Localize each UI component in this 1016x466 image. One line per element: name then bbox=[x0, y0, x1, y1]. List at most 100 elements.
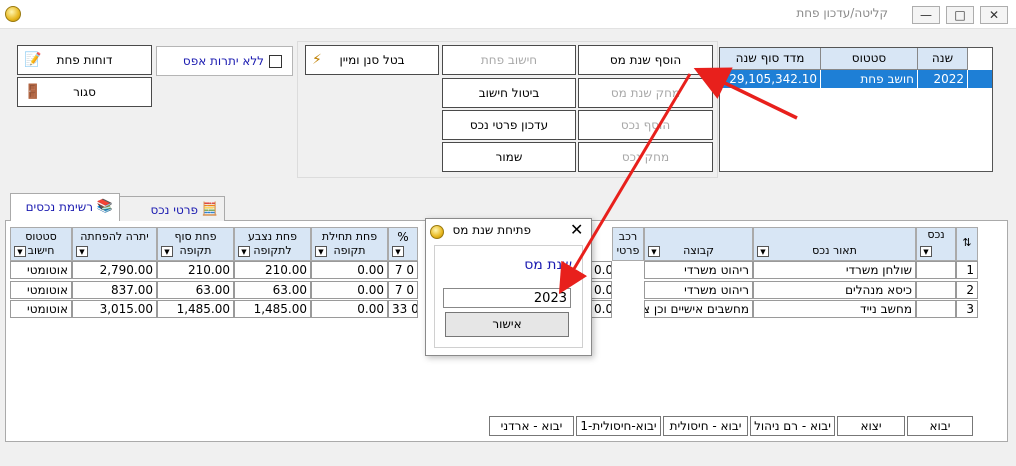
import-button[interactable]: יבוא bbox=[907, 416, 973, 436]
table-row-opening[interactable]: 0.00 bbox=[311, 281, 388, 299]
add-asset-button[interactable]: הוסף נכס bbox=[578, 110, 713, 140]
years-row-year[interactable]: 2022 bbox=[918, 70, 968, 88]
chevron-down-icon[interactable]: ▼ bbox=[757, 246, 769, 257]
table-row-description[interactable]: כיסא מנהלים bbox=[753, 281, 916, 299]
cancel-calculation-button[interactable]: ביטול חישוב bbox=[442, 78, 576, 108]
table-row-status[interactable]: אוטומטי bbox=[10, 281, 72, 299]
ok-button[interactable]: אישור bbox=[445, 312, 569, 337]
years-header-index[interactable]: מדד סוף שנה bbox=[720, 48, 821, 70]
chevron-down-icon[interactable]: ▼ bbox=[315, 246, 327, 257]
close-button[interactable]: 🚪 סגור bbox=[17, 77, 152, 107]
import-hisulit-button[interactable]: יבוא - חיסולית bbox=[663, 416, 748, 436]
chevron-down-icon[interactable]: ▼ bbox=[392, 246, 404, 257]
table-row-component[interactable]: 0.00 bbox=[590, 300, 612, 318]
minimize-button[interactable]: — bbox=[912, 6, 940, 24]
table-row-asset[interactable] bbox=[916, 261, 956, 279]
header-asset-label: נכס bbox=[927, 228, 945, 241]
chevron-down-icon[interactable]: ▼ bbox=[76, 246, 88, 257]
chevron-down-icon[interactable]: ▼ bbox=[238, 246, 250, 257]
header-group[interactable]: קבוצה ▼ bbox=[644, 227, 753, 261]
table-row-percent[interactable]: 7 0 bbox=[388, 261, 418, 279]
tax-year-label: שנת מס bbox=[524, 257, 572, 273]
header-group-label: קבוצה bbox=[683, 244, 714, 257]
header-calc-status[interactable]: סטטוס חישוב ▼ bbox=[10, 227, 72, 261]
years-row-index[interactable]: 29,105,342.10 bbox=[720, 70, 821, 88]
depreciation-reports-button[interactable]: 📝 דוחות פחת bbox=[17, 45, 152, 75]
delete-tax-year-button[interactable]: מחק שנת מס bbox=[578, 78, 713, 108]
header-component[interactable]: רכב פרטי bbox=[612, 227, 644, 261]
percent-value: 7 bbox=[394, 263, 403, 277]
years-row-status[interactable]: חושב פחת bbox=[821, 70, 918, 88]
tax-years-grid[interactable]: מדד סוף שנה סטטוס שנה 29,105,342.10 חושב… bbox=[719, 47, 993, 172]
table-row-component[interactable]: 0.00 bbox=[590, 281, 612, 299]
table-row-description[interactable]: מחשב נייד bbox=[753, 300, 916, 318]
dialog-close-button[interactable]: ✕ bbox=[570, 221, 583, 239]
table-row-description[interactable]: שולחן משרדי bbox=[753, 261, 916, 279]
header-closing-dep[interactable]: פחת סוף תקופה ▼ bbox=[157, 227, 234, 261]
chevron-down-icon[interactable]: ▼ bbox=[920, 246, 932, 257]
percent-value: 33 bbox=[392, 302, 408, 316]
table-row-balance[interactable]: 3,015.00 bbox=[72, 300, 157, 318]
books-icon: 📚 bbox=[96, 199, 113, 214]
import-ardani-button[interactable]: יבוא - ארדני bbox=[489, 416, 574, 436]
table-row-balance[interactable]: 2,790.00 bbox=[72, 261, 157, 279]
header-balance-label: יתרה להפחתה bbox=[80, 230, 149, 243]
years-row-selector[interactable] bbox=[968, 70, 992, 88]
years-header-status[interactable]: סטטוס bbox=[821, 48, 918, 70]
header-asset[interactable]: נכס ▼ bbox=[916, 227, 956, 261]
table-row-accrued[interactable]: 210.00 bbox=[234, 261, 311, 279]
header-balance[interactable]: יתרה להפחתה ▼ bbox=[72, 227, 157, 261]
table-row-closing[interactable]: 63.00 bbox=[157, 281, 234, 299]
add-tax-year-button[interactable]: הוסף שנת מס bbox=[578, 45, 713, 75]
table-row-closing[interactable]: 1,485.00 bbox=[157, 300, 234, 318]
table-row-accrued[interactable]: 1,485.00 bbox=[234, 300, 311, 318]
header-description[interactable]: תאור נכס ▼ bbox=[753, 227, 916, 261]
row-sort-header[interactable]: ⇅ bbox=[956, 227, 978, 261]
close-window-button[interactable]: ✕ bbox=[980, 6, 1008, 24]
table-row-no[interactable]: 2 bbox=[956, 281, 978, 299]
table-row-status[interactable]: אוטומטי bbox=[10, 300, 72, 318]
update-asset-details-button[interactable]: עדכון פרטי נכס bbox=[442, 110, 576, 140]
table-row-accrued[interactable]: 63.00 bbox=[234, 281, 311, 299]
header-opening-dep[interactable]: פחת תחילת תקופה ▼ bbox=[311, 227, 388, 261]
table-row-group[interactable]: ריהוט משרדי bbox=[644, 281, 753, 299]
table-row-percent[interactable]: 7 0 bbox=[388, 281, 418, 299]
maximize-button[interactable]: □ bbox=[946, 6, 974, 24]
report-icon: 📝 bbox=[24, 52, 42, 68]
table-row-status[interactable]: אוטומטי bbox=[10, 261, 72, 279]
table-row-balance[interactable]: 837.00 bbox=[72, 281, 157, 299]
table-row-no[interactable]: 3 bbox=[956, 300, 978, 318]
header-accrued-dep[interactable]: פחת נצבע לתקופה ▼ bbox=[234, 227, 311, 261]
import-ram-button[interactable]: יבוא - רם ניהול bbox=[750, 416, 835, 436]
delete-asset-button[interactable]: מחק נכס bbox=[578, 142, 713, 172]
table-row-asset[interactable] bbox=[916, 281, 956, 299]
chevron-down-icon[interactable]: ▼ bbox=[161, 246, 173, 257]
table-row-asset[interactable] bbox=[916, 300, 956, 318]
tab-asset-details[interactable]: 🧮 פרטי נכס bbox=[119, 196, 225, 221]
tab-asset-details-label: פרטי נכס bbox=[150, 203, 198, 217]
save-button[interactable]: שמור bbox=[442, 142, 576, 172]
table-row-component[interactable]: 0.00 bbox=[590, 261, 612, 279]
chevron-down-icon[interactable]: ▼ bbox=[648, 246, 660, 257]
header-percent[interactable]: % ▼ bbox=[388, 227, 418, 261]
exit-icon: 🚪 bbox=[24, 84, 42, 100]
table-row-group[interactable]: מחשבים אישיים וכן ציוד bbox=[644, 300, 753, 318]
chevron-down-icon[interactable]: ▼ bbox=[14, 246, 26, 257]
table-row-no[interactable]: 1 bbox=[956, 261, 978, 279]
tax-year-input[interactable] bbox=[443, 288, 571, 308]
tab-asset-list[interactable]: 📚 רשימת נכסים bbox=[10, 193, 120, 221]
years-header-year[interactable]: שנה bbox=[918, 48, 968, 70]
no-zero-balance-checkbox[interactable] bbox=[269, 55, 282, 68]
no-zero-balance-option[interactable]: ללא יתרות אפס bbox=[156, 46, 293, 76]
import-hisulit-1-button[interactable]: יבוא-חיסולית-1 bbox=[576, 416, 661, 436]
table-row-group[interactable]: ריהוט משרדי bbox=[644, 261, 753, 279]
dialog-body: שנת מס אישור bbox=[434, 245, 583, 348]
table-row-closing[interactable]: 210.00 bbox=[157, 261, 234, 279]
window-title: קליטה/עדכון פחת bbox=[796, 6, 888, 20]
table-row-percent[interactable]: 33 0 bbox=[388, 300, 418, 318]
calc-depreciation-button[interactable]: חישוב פחת bbox=[442, 45, 576, 75]
export-button[interactable]: יצוא bbox=[837, 416, 905, 436]
table-row-opening[interactable]: 0.00 bbox=[311, 300, 388, 318]
table-row-opening[interactable]: 0.00 bbox=[311, 261, 388, 279]
tab-asset-list-label: רשימת נכסים bbox=[25, 200, 93, 214]
